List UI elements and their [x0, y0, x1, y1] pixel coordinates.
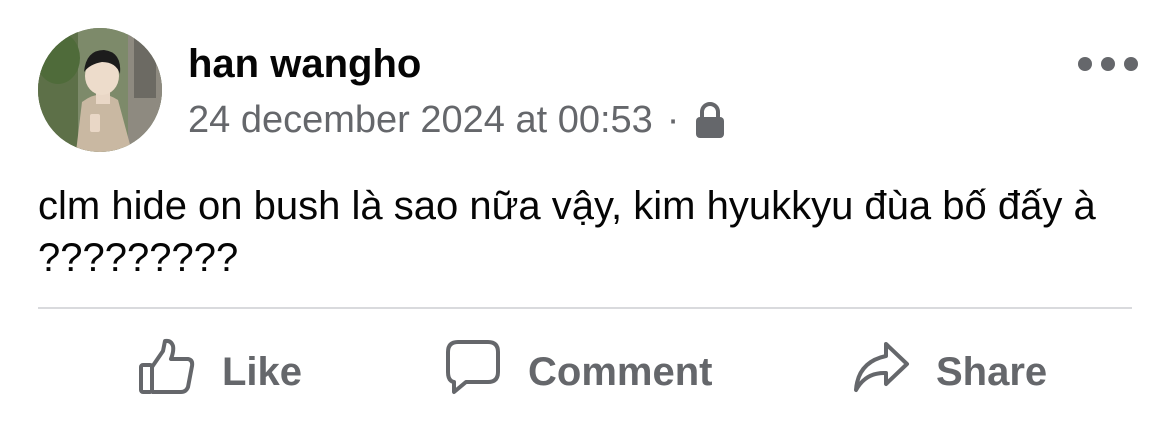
comment-button[interactable]: Comment: [444, 330, 712, 414]
comment-label: Comment: [528, 349, 713, 394]
divider: [38, 307, 1132, 309]
more-dot: [1124, 57, 1138, 71]
author-name[interactable]: han wangho: [188, 42, 421, 87]
post-meta: 24 december 2024 at 00:53 ·: [188, 97, 727, 143]
share-icon: [852, 340, 910, 404]
lock-icon[interactable]: [693, 100, 727, 140]
share-label: Share: [936, 349, 1048, 394]
post-actions: Like Comment Share: [0, 330, 1170, 414]
like-label: Like: [222, 349, 303, 394]
meta-separator: ·: [666, 98, 680, 141]
post-message: clm hide on bush là sao nữa vậy, kim hyu…: [38, 184, 1096, 280]
more-options-icon[interactable]: [1078, 52, 1138, 76]
post-timestamp[interactable]: 24 december 2024 at 00:53: [188, 99, 653, 142]
thumbs-up-icon: [136, 337, 196, 407]
more-dot: [1101, 57, 1115, 71]
post-card: han wangho 24 december 2024 at 00:53 · c…: [0, 0, 1170, 429]
comment-icon: [444, 338, 502, 406]
avatar[interactable]: [38, 28, 162, 152]
more-dot: [1078, 57, 1092, 71]
like-button[interactable]: Like: [136, 330, 302, 414]
share-button[interactable]: Share: [852, 330, 1047, 414]
